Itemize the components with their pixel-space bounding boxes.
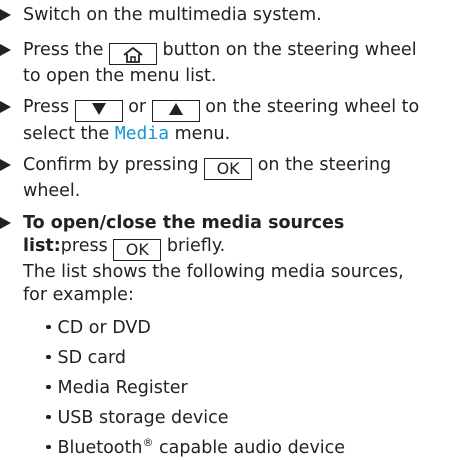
menu-name: Media	[114, 123, 170, 144]
registered-mark: ®	[142, 436, 154, 449]
bullet-dot-icon	[46, 324, 51, 330]
arrow-bullet-icon	[0, 9, 11, 21]
step-text: The list shows the following media sourc…	[23, 262, 404, 282]
step-text: briefly.	[166, 236, 226, 256]
bullet-dot-icon	[46, 384, 51, 390]
step-text: menu.	[174, 124, 231, 144]
ok-key: OK	[204, 158, 253, 180]
arrow-bullet-icon	[0, 159, 11, 171]
step-press-home: Press the button on the steering wheel t…	[0, 39, 463, 88]
step-text: Press	[23, 97, 70, 117]
step-text: or	[128, 97, 147, 117]
step-text: wheel.	[23, 181, 81, 201]
step-select-media: Press or on the steering wheel to select…	[0, 96, 463, 146]
arrow-bullet-icon	[0, 217, 11, 229]
instruction-page: Switch on the multimedia system. Press t…	[0, 0, 467, 458]
step-text: select the	[23, 124, 110, 144]
step-text: Press the	[23, 40, 104, 60]
down-triangle-icon	[91, 103, 106, 115]
step-text: to open the menu list.	[23, 66, 217, 86]
step-heading: list:	[23, 236, 61, 256]
step-text: on the steering wheel to	[205, 97, 420, 117]
list-item: Media Register	[46, 377, 188, 400]
ok-key: OK	[113, 239, 162, 261]
up-triangle-icon	[168, 103, 183, 115]
step-confirm: Confirm by pressing OK on the steering w…	[0, 154, 463, 203]
step-text: Switch on the multimedia system.	[23, 5, 322, 25]
step-switch-on: Switch on the multimedia system.	[0, 4, 463, 27]
up-key	[151, 100, 200, 122]
arrow-bullet-icon	[0, 44, 11, 56]
step-text: Confirm by pressing	[23, 155, 199, 175]
bullet-dot-icon	[46, 444, 51, 450]
list-item: Bluetooth® capable audio device	[46, 437, 345, 460]
step-text: button on the steering wheel	[162, 40, 417, 60]
step-text: press	[60, 236, 108, 256]
step-heading: To open/close the media sources	[23, 213, 345, 233]
list-item: CD or DVD	[46, 317, 151, 340]
bullet-dot-icon	[46, 354, 51, 360]
list-item: SD card	[46, 347, 126, 370]
arrow-bullet-icon	[0, 101, 11, 113]
step-open-close-list: To open/close the media sources list:pre…	[0, 212, 463, 307]
home-icon	[123, 46, 143, 63]
down-key	[74, 100, 123, 122]
step-text: on the steering	[257, 155, 392, 175]
list-item: USB storage device	[46, 407, 229, 430]
bullet-dot-icon	[46, 414, 51, 420]
home-key	[108, 43, 157, 65]
step-text: for example:	[23, 285, 134, 305]
